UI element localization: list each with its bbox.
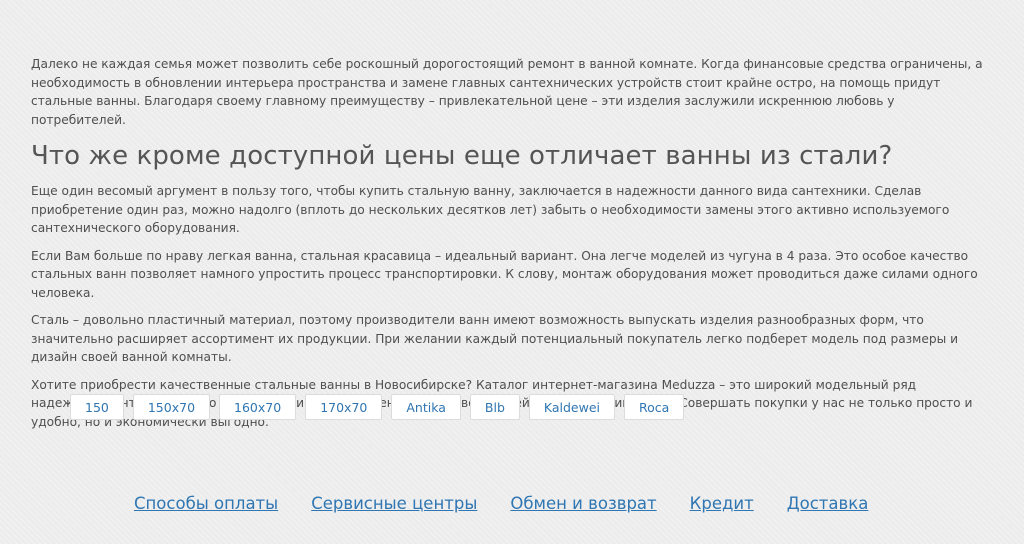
- footer-link-payment[interactable]: Способы оплаты: [134, 494, 278, 513]
- footer-link-credit[interactable]: Кредит: [690, 494, 754, 513]
- article-paragraph: Если Вам больше по нраву легкая ванна, с…: [31, 248, 978, 300]
- footer-link-returns[interactable]: Обмен и возврат: [510, 494, 656, 513]
- tag-button-blb[interactable]: Blb: [469, 394, 520, 420]
- tag-button-roca[interactable]: Roca: [624, 394, 685, 420]
- article-heading: Что же кроме доступной цены еще отличает…: [31, 141, 893, 171]
- footer-link-delivery[interactable]: Доставка: [787, 494, 869, 513]
- tag-button-150[interactable]: 150: [70, 394, 124, 420]
- footer-nav: Способы оплаты Сервисные центры Обмен и …: [134, 494, 868, 513]
- intro-paragraph: Далеко не каждая семья может позволить с…: [31, 57, 983, 127]
- tag-button-170x70[interactable]: 170х70: [305, 394, 383, 420]
- tag-button-antika[interactable]: Antika: [391, 394, 461, 420]
- tag-button-160x70[interactable]: 160х70: [219, 394, 297, 420]
- tag-list: 150 150х70 160х70 170х70 Antika Blb Kald…: [70, 394, 685, 420]
- article-paragraph: Сталь – довольно пластичный материал, по…: [31, 313, 959, 364]
- tag-button-kaldewei[interactable]: Kaldewei: [528, 394, 616, 420]
- article-paragraph: Еще один весомый аргумент в пользу того,…: [31, 184, 950, 235]
- article-content: Далеко не каждая семья может позволить с…: [31, 55, 991, 440]
- tag-button-150x70[interactable]: 150х70: [132, 394, 211, 420]
- footer-link-service-centers[interactable]: Сервисные центры: [311, 494, 477, 513]
